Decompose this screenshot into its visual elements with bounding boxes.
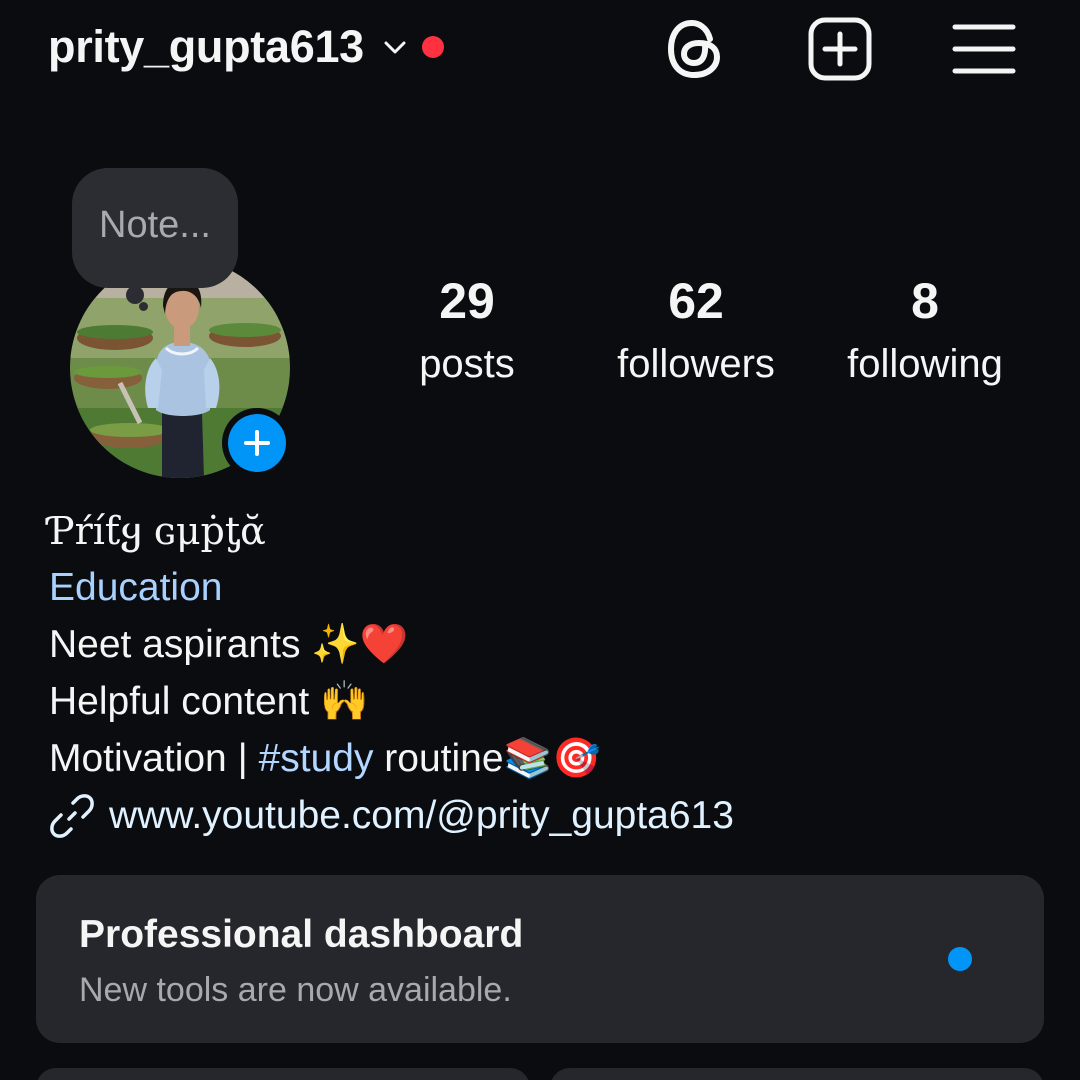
posts-count: 29: [439, 273, 495, 329]
following-stat[interactable]: 8 following: [815, 270, 1035, 392]
raised-hands-emoji: 🙌: [320, 679, 369, 724]
following-label: following: [847, 342, 1003, 386]
plus-icon: [244, 430, 270, 456]
link-icon: [49, 793, 95, 839]
posts-label: posts: [419, 342, 515, 386]
bio-line-3-suffix: routine: [373, 737, 504, 780]
profile-screen: prity_gupta613 Note... 29 posts 62 follo…: [0, 0, 1080, 1080]
profile-link[interactable]: www.youtube.com/@prity_gupta613: [49, 787, 1039, 844]
note-bubble[interactable]: Note...: [72, 168, 238, 288]
books-target-emoji: 📚🎯: [503, 736, 601, 781]
add-story-button[interactable]: [222, 408, 292, 478]
add-square-icon: [808, 17, 872, 81]
professional-dashboard-card[interactable]: Professional dashboard New tools are now…: [36, 875, 1044, 1043]
chevron-down-icon: [384, 41, 406, 60]
threads-icon: [668, 20, 720, 78]
create-button[interactable]: [805, 14, 875, 84]
profile-username: prity_gupta613: [48, 21, 364, 72]
note-placeholder: Note...: [99, 203, 211, 246]
followers-stat[interactable]: 62 followers: [586, 270, 806, 392]
edit-profile-button[interactable]: [36, 1068, 530, 1080]
bio-line-1: Neet aspirants ✨❤️: [49, 616, 1039, 673]
notification-dot: [421, 36, 444, 58]
bio-line-2: Helpful content 🙌: [49, 673, 1039, 730]
dashboard-title: Professional dashboard: [79, 913, 524, 956]
following-count: 8: [911, 273, 939, 329]
dashboard-subtitle: New tools are now available.: [79, 971, 512, 1009]
share-profile-button[interactable]: [550, 1068, 1044, 1080]
menu-button[interactable]: [949, 14, 1019, 84]
account-switcher-button[interactable]: prity_gupta613: [48, 16, 444, 78]
followers-count: 62: [668, 273, 724, 329]
posts-stat[interactable]: 29 posts: [357, 270, 577, 392]
threads-button[interactable]: [660, 14, 730, 84]
followers-label: followers: [617, 342, 775, 386]
note-tail-small: [139, 302, 148, 311]
profile-bio: Ƥŕíƭყ ɢμṗƫᾰ Education Neet aspirants ✨❤️…: [49, 503, 1039, 844]
display-name: Ƥŕíƭყ ɢμṗƫᾰ: [49, 509, 266, 553]
profile-link-text: www.youtube.com/@prity_gupta613: [109, 794, 734, 837]
hamburger-menu-icon: [952, 24, 1016, 74]
bio-line-3-prefix: Motivation |: [49, 737, 259, 780]
profile-category: Education: [49, 566, 223, 609]
bio-line-3: Motivation | #study routine📚🎯: [49, 730, 1039, 787]
new-tools-indicator-dot: [948, 947, 972, 971]
sparkles-heart-emoji: ✨❤️: [311, 622, 409, 667]
bio-line-1-text: Neet aspirants: [49, 623, 312, 666]
study-hashtag-link[interactable]: #study: [259, 737, 374, 780]
bio-line-2-text: Helpful content: [49, 680, 321, 723]
